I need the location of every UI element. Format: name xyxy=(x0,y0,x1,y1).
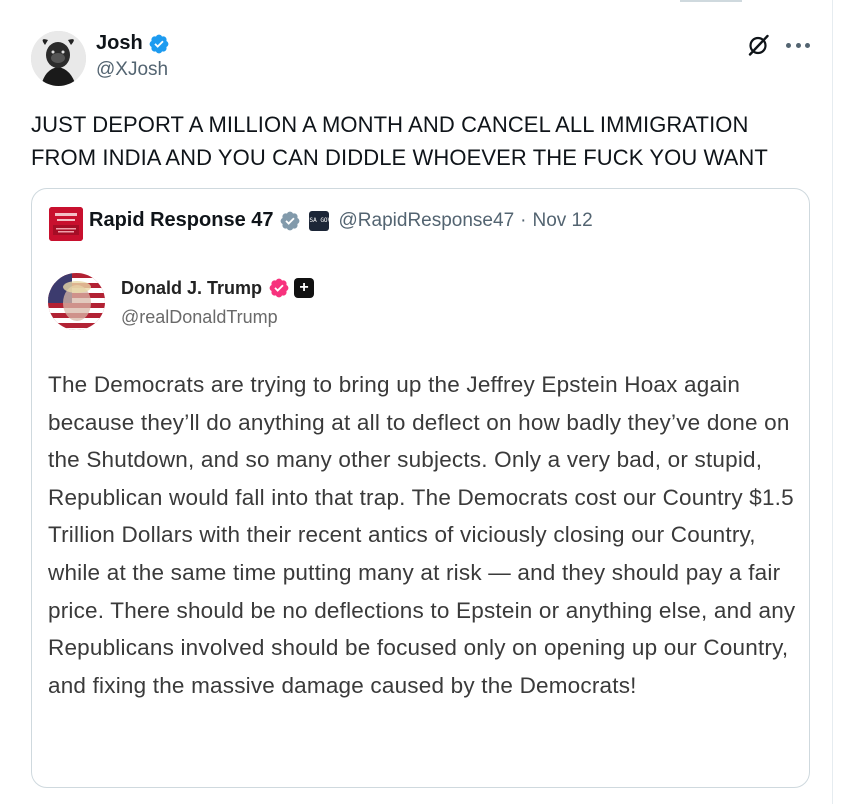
separator-dot: · xyxy=(520,209,527,231)
author-name[interactable]: Josh xyxy=(96,32,143,55)
author-block: Josh @XJosh xyxy=(96,32,170,81)
truth-social-handle: @realDonaldTrump xyxy=(121,307,278,327)
gray-verified-badge-icon xyxy=(280,211,299,230)
quoted-author-avatar[interactable] xyxy=(49,207,83,241)
plus-badge-icon: + xyxy=(294,278,315,298)
truth-social-avatar xyxy=(48,273,105,330)
truth-social-author-row: Donald J. Trump + xyxy=(121,277,315,299)
truth-verified-badge-icon xyxy=(269,278,289,298)
quoted-post-header: Rapid Response 47 USA GOV @RapidResponse… xyxy=(89,209,593,232)
verified-badge-icon xyxy=(149,34,169,53)
more-options-icon[interactable] xyxy=(786,36,810,54)
quoted-post-date[interactable]: Nov 12 xyxy=(532,210,592,232)
post-text: JUST DEPORT A MILLION A MONTH AND CANCEL… xyxy=(31,112,768,170)
government-affiliation-badge-icon: USA GOV xyxy=(306,210,331,231)
author-handle[interactable]: @XJosh xyxy=(96,59,170,81)
author-avatar[interactable] xyxy=(31,31,86,86)
quoted-author-handle[interactable]: @RapidResponse47 xyxy=(339,210,515,232)
grok-icon[interactable] xyxy=(747,33,771,57)
post: Josh @XJosh JUST DEPORT A MILLION A MONT… xyxy=(0,0,832,804)
truth-social-post-text: The Democrats are trying to bring up the… xyxy=(48,372,796,698)
quoted-post[interactable]: Rapid Response 47 USA GOV @RapidResponse… xyxy=(31,188,810,788)
quoted-author-name[interactable]: Rapid Response 47 xyxy=(89,209,274,232)
timeline-border xyxy=(832,0,833,804)
truth-social-author-name: Donald J. Trump xyxy=(121,277,263,298)
